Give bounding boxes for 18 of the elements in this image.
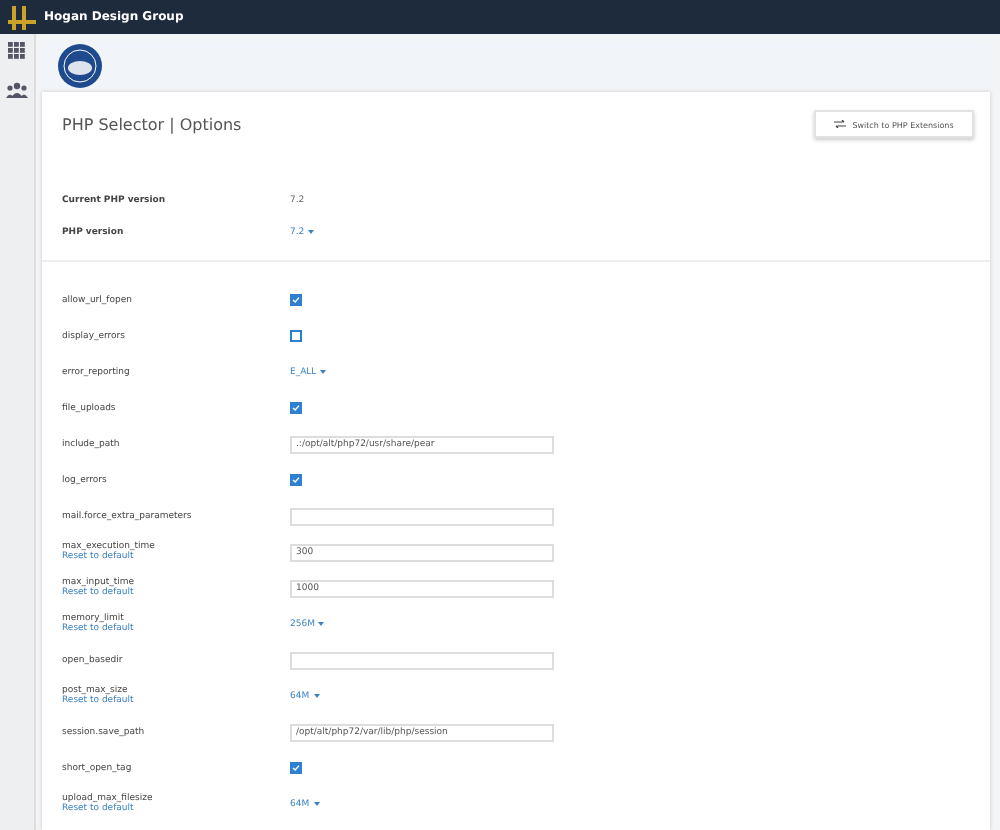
logo-icon <box>6 3 38 31</box>
caret-icon <box>313 802 320 806</box>
swap-arrows-icon <box>834 120 847 128</box>
caret-icon <box>313 694 320 698</box>
checkbox[interactable] <box>290 402 302 414</box>
checkbox[interactable] <box>290 762 302 774</box>
users-icon[interactable] <box>6 82 28 98</box>
page-title: PHP Selector | Options <box>62 115 242 133</box>
checkbox[interactable] <box>290 330 302 342</box>
caret-icon <box>320 370 327 374</box>
php-logo-icon <box>58 43 102 87</box>
checkbox[interactable] <box>290 474 302 486</box>
caret-icon <box>318 622 325 626</box>
checkbox[interactable] <box>290 294 302 306</box>
caret-icon <box>308 230 315 234</box>
apps-grid-icon[interactable] <box>8 42 26 60</box>
input-field[interactable] <box>290 507 554 525</box>
input-field[interactable] <box>290 651 554 669</box>
